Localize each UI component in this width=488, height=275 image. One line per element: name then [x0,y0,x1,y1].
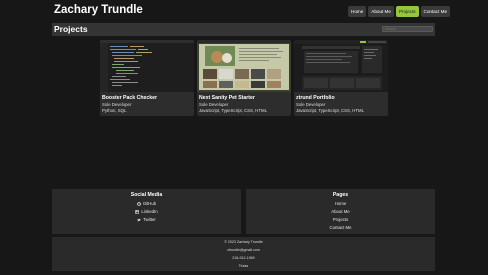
projects-section-bar: Projects [52,23,435,36]
project-title: Next Sanity Pet Starter [199,95,255,101]
copyright-panel: © 2023 Zachary Trundle ztrundle@gmail.co… [52,237,435,271]
project-role: Sole Developer [296,102,326,107]
project-tech: JavaScript, TypeScript, CSS, HTML [199,108,267,113]
github-link[interactable]: GitHub [52,201,241,206]
project-role: Sole Developer [199,102,229,107]
copyright-text: © 2023 Zachary Trundle [224,240,263,244]
project-tech: JavaScript, TypeScript, CSS, HTML [296,108,364,113]
project-card-portfolio[interactable]: ztrund Portfolio Sole Developer JavaScri… [294,40,388,116]
twitter-link-label: Twitter [143,217,156,222]
page-title: Projects [54,24,88,34]
nav-projects-button[interactable]: Projects [395,6,419,17]
github-link-label: GitHub [142,201,157,206]
project-title: ztrund Portfolio [296,95,335,101]
site-header: Zachary Trundle Home About Me Projects C… [0,0,488,22]
contact-location: Texas [238,264,249,268]
footer-link-projects[interactable]: Projects [246,217,435,222]
nav-contact-button[interactable]: Contact Me [420,6,451,17]
contact-email: ztrundle@gmail.com [227,248,260,252]
project-title: Booster Pack Checker [102,95,158,101]
project-screenshot [100,40,194,92]
pages-heading: Pages [332,192,349,198]
social-media-heading: Social Media [130,192,163,198]
nav-about-button[interactable]: About Me [368,6,394,17]
nav-home-button[interactable]: Home [348,6,367,17]
project-card-booster[interactable]: Booster Pack Checker Sole Developer Pyth… [100,40,194,116]
search-input[interactable] [382,26,433,32]
pages-panel: Pages Home About Me Projects Contact Me [246,189,435,234]
github-icon [137,201,141,206]
project-tech: Python, SQL [102,108,127,113]
twitter-link[interactable]: Twitter [52,217,241,222]
footer-link-home[interactable]: Home [246,201,435,206]
contact-phone: 216-912-1969 [232,256,255,260]
linkedin-icon [135,209,140,214]
footer-link-contact[interactable]: Contact Me [246,225,435,230]
linkedin-link[interactable]: LinkedIn [52,209,241,214]
project-screenshot [294,40,388,92]
social-media-panel: Social Media GitHub LinkedIn Twitter [52,189,241,234]
site-title: Zachary Trundle [54,4,143,16]
footer-link-about[interactable]: About Me [246,209,435,214]
project-card-pet-starter[interactable]: Next Sanity Pet Starter Sole Developer J… [197,40,291,116]
project-role: Sole Developer [102,102,132,107]
twitter-icon [137,218,141,221]
main-nav: Home About Me Projects Contact Me [348,6,451,17]
linkedin-link-label: LinkedIn [141,209,158,214]
project-screenshot [197,40,291,92]
